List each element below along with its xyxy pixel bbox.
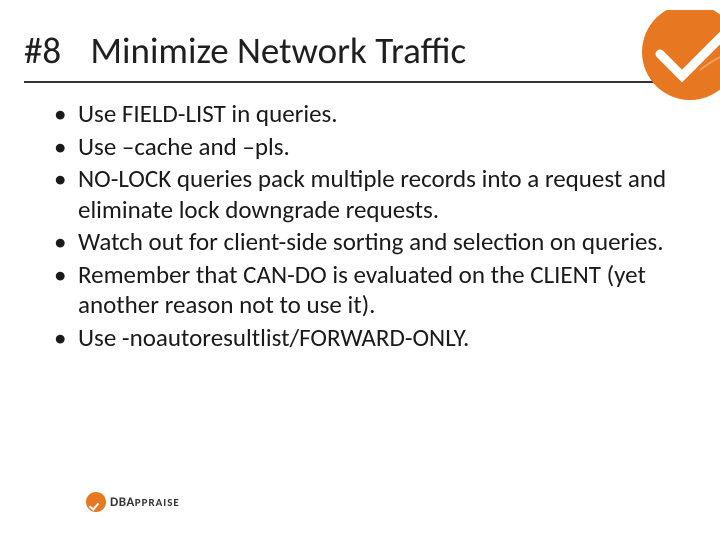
list-item: Remember that CAN-DO is evaluated on the… [54, 260, 680, 321]
title-text: Minimize Network Traffic [90, 28, 466, 73]
title-number: #8 [24, 28, 82, 73]
list-item: Use –cache and –pls. [54, 132, 680, 163]
footer-logo-bold: DBA [110, 495, 135, 510]
bullet-list: Use FIELD-LIST in queries. Use –cache an… [54, 99, 680, 353]
footer-logo: DBAPPRAISE [86, 492, 180, 512]
footer-logo-rest: PPRAISE [135, 496, 180, 509]
slide: #8 Minimize Network Traffic Use FIELD-LI… [0, 0, 720, 540]
slide-title: #8 Minimize Network Traffic [24, 28, 466, 73]
checkmark-small-icon [86, 492, 106, 512]
list-item: NO-LOCK queries pack multiple records in… [54, 164, 680, 225]
list-item: Watch out for client-side sorting and se… [54, 227, 680, 258]
footer-logo-text: DBAPPRAISE [110, 495, 180, 510]
slide-body: Use FIELD-LIST in queries. Use –cache an… [0, 83, 720, 353]
list-item: Use -noautoresultlist/FORWARD-ONLY. [54, 323, 680, 354]
title-row: #8 Minimize Network Traffic [0, 0, 720, 73]
list-item: Use FIELD-LIST in queries. [54, 99, 680, 130]
